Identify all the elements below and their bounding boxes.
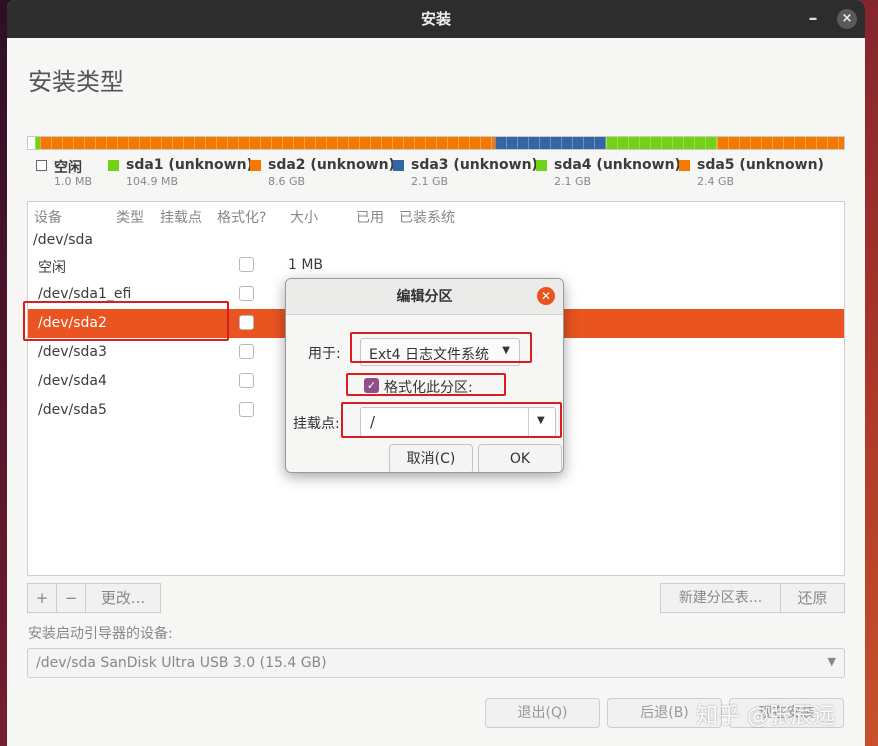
page-title: 安装类型 [28, 68, 124, 96]
title-bar: 安装 – × [7, 0, 865, 38]
legend-size: 1.0 MB [54, 175, 93, 188]
legend-name: sda3 (unknown) [411, 157, 538, 173]
row-device: /dev/sda1_efi [38, 286, 132, 302]
new-partition-table-button[interactable]: 新建分区表... [660, 583, 781, 613]
column-header-size[interactable]: 大小 [290, 207, 318, 227]
row-device: /dev/sda3 [38, 344, 107, 360]
legend-size: 2.1 GB [411, 175, 449, 188]
watermark-text: 知乎 @张辰远 [696, 704, 835, 729]
disk-segment-sda5 [717, 137, 844, 149]
column-header-type[interactable]: 类型 [116, 207, 144, 227]
column-header-device[interactable]: 设备 [34, 207, 62, 227]
mount-point-label: 挂载点: [293, 416, 340, 432]
disk-usage-bar [27, 136, 845, 150]
row-format-checkbox[interactable] [239, 373, 254, 388]
row-device: /dev/sda4 [38, 373, 107, 389]
close-icon[interactable]: × [837, 9, 857, 29]
legend-swatch [108, 160, 119, 171]
legend-size: 104.9 MB [126, 175, 179, 188]
legend-swatch [36, 160, 47, 171]
legend-name: 空闲 [54, 160, 82, 176]
legend-size: 2.1 GB [554, 175, 592, 188]
legend-size: 2.4 GB [697, 175, 735, 188]
row-format-checkbox[interactable] [239, 257, 254, 272]
legend-name: sda5 (unknown) [697, 157, 824, 173]
column-header-installed[interactable]: 已装系统 [399, 207, 455, 227]
legend-swatch [679, 160, 690, 171]
bootloader-device-value: /dev/sda SanDisk Ultra USB 3.0 (15.4 GB) [36, 655, 327, 671]
disk-segment-sda4 [606, 137, 718, 149]
column-header-mount[interactable]: 挂载点 [160, 207, 202, 227]
dialog-close-icon[interactable]: ✕ [537, 287, 555, 305]
row-device: /dev/sda [33, 232, 93, 248]
disk-segment-sda3 [495, 137, 607, 149]
legend-name: sda1 (unknown) [126, 157, 253, 173]
bootloader-device-select[interactable]: /dev/sda SanDisk Ultra USB 3.0 (15.4 GB)… [27, 648, 845, 678]
chevron-down-icon: ▼ [827, 655, 836, 668]
column-header-used[interactable]: 已用 [356, 207, 384, 227]
row-size: 1 MB [288, 257, 324, 273]
legend-swatch [536, 160, 547, 171]
bootloader-label: 安装启动引导器的设备: [28, 626, 173, 642]
highlight-box-mount [341, 402, 562, 438]
row-format-checkbox[interactable] [239, 286, 254, 301]
disk-segment-free [28, 137, 36, 149]
quit-button[interactable]: 退出(Q) [485, 698, 600, 728]
change-partition-button[interactable]: 更改... [85, 583, 161, 613]
row-format-checkbox[interactable] [239, 344, 254, 359]
revert-button[interactable]: 还原 [780, 583, 845, 613]
cancel-button[interactable]: 取消(C) [389, 444, 473, 472]
legend-swatch [393, 160, 404, 171]
row-device: /dev/sda5 [38, 402, 107, 418]
table-row[interactable]: 空闲 1 MB [28, 251, 844, 280]
window-title: 安装 [420, 10, 451, 28]
highlight-box-use-as [350, 332, 532, 363]
highlight-box-selected-row [23, 301, 229, 341]
remove-partition-button[interactable]: − [56, 583, 86, 613]
legend-swatch [250, 160, 261, 171]
column-header-format[interactable]: 格式化? [217, 207, 266, 227]
legend-name: sda4 (unknown) [554, 157, 681, 173]
add-partition-button[interactable]: + [27, 583, 57, 613]
legend-name: sda2 (unknown) [268, 157, 395, 173]
row-format-checkbox[interactable] [239, 402, 254, 417]
legend-size: 8.6 GB [268, 175, 306, 188]
dialog-title: 编辑分区 [286, 279, 563, 315]
row-device: 空闲 [38, 260, 66, 276]
use-as-label: 用于: [308, 346, 341, 362]
disk-segment-sda2 [40, 137, 496, 149]
ok-button[interactable]: OK [478, 444, 562, 472]
highlight-box-format [346, 373, 506, 396]
row-format-checkbox[interactable] [239, 315, 254, 330]
minimize-icon[interactable]: – [803, 10, 823, 30]
